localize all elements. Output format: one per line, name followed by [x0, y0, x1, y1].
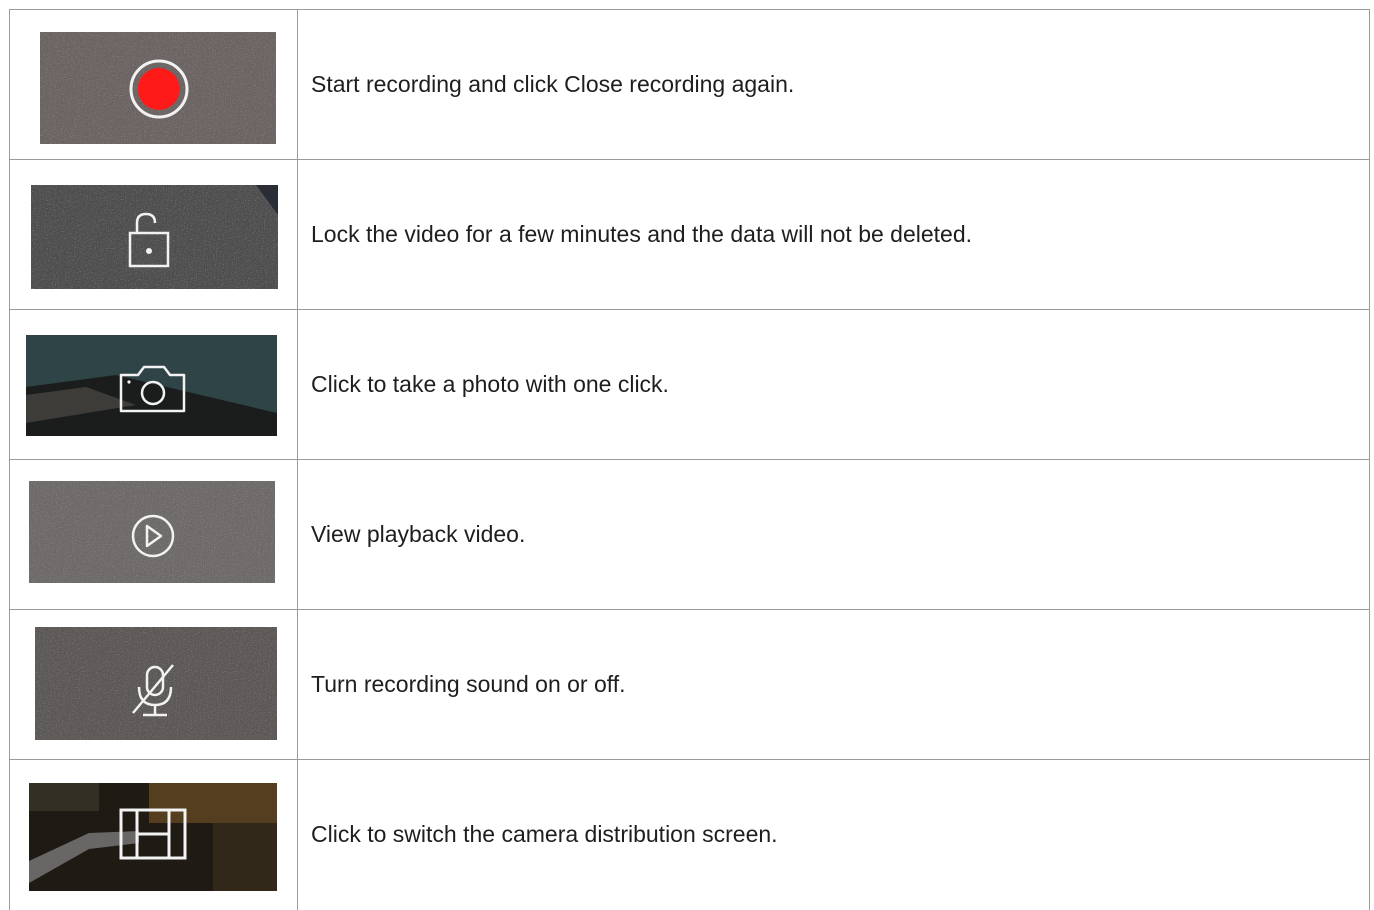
icon-cell — [9, 459, 298, 610]
row-description: Click to switch the camera distribution … — [297, 759, 1370, 910]
unlock-icon — [31, 185, 278, 289]
layout-icon — [29, 783, 277, 891]
row-description: Click to take a photo with one click. — [297, 309, 1370, 460]
row-description: View playback video. — [297, 459, 1370, 610]
icon-cell — [9, 159, 298, 310]
table-row: Click to switch the camera distribution … — [9, 759, 1370, 910]
icon-cell — [9, 609, 298, 760]
record-icon — [40, 32, 276, 144]
mic-off-icon — [35, 627, 277, 740]
table-row: Click to take a photo with one click. — [9, 309, 1370, 460]
table-row: Lock the video for a few minutes and the… — [9, 159, 1370, 310]
table-row: Start recording and click Close recordin… — [9, 9, 1370, 160]
table-row: Turn recording sound on or off. — [9, 609, 1370, 760]
camera-icon — [26, 335, 277, 436]
row-description: Turn recording sound on or off. — [297, 609, 1370, 760]
row-description: Lock the video for a few minutes and the… — [297, 159, 1370, 310]
icon-cell — [9, 309, 298, 460]
play-icon — [29, 481, 275, 583]
row-description: Start recording and click Close recordin… — [297, 9, 1370, 160]
icon-cell — [9, 759, 298, 910]
icon-cell — [9, 9, 298, 160]
icon-legend-table: Start recording and click Close recordin… — [9, 9, 1370, 910]
table-row: View playback video. — [9, 459, 1370, 610]
